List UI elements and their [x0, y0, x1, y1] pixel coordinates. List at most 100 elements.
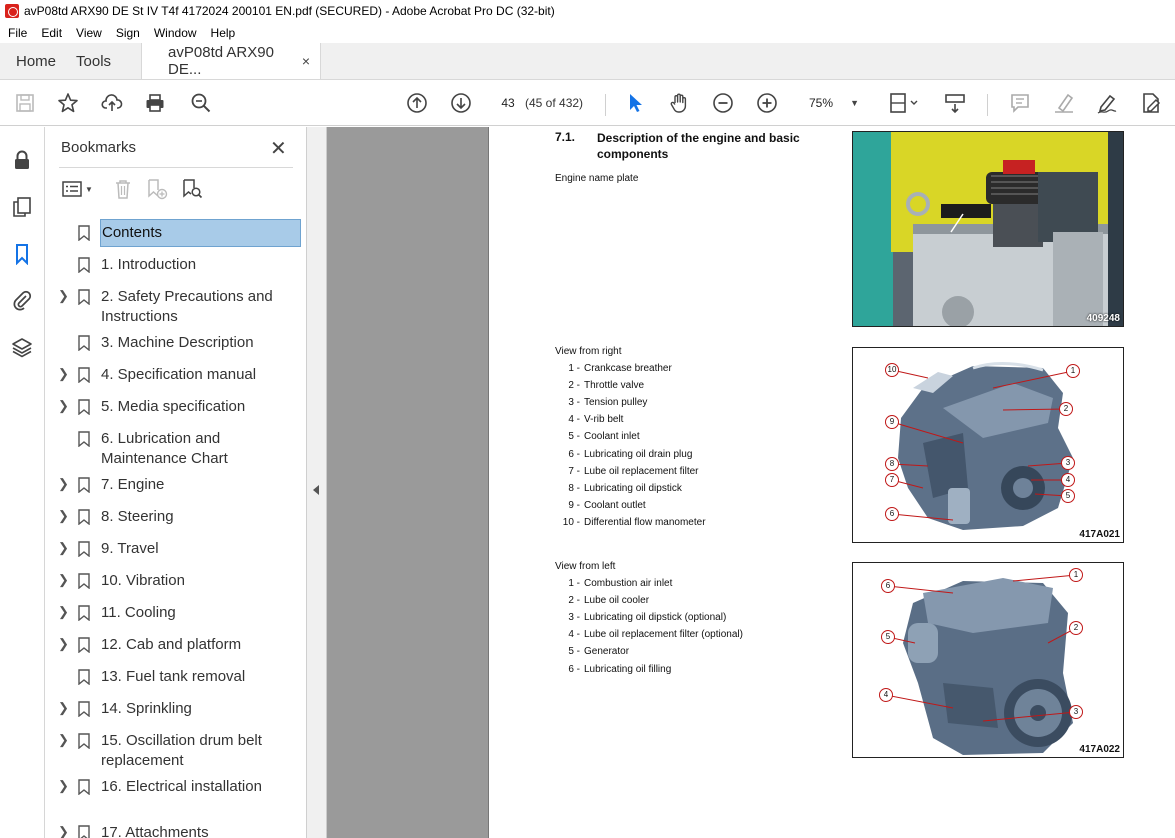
- menu-window[interactable]: Window: [147, 26, 204, 40]
- chevron-right-icon[interactable]: ❯: [58, 732, 69, 748]
- chevron-down-icon: ▼: [85, 184, 93, 194]
- legend-text: Lube oil cooler: [584, 595, 650, 607]
- legend-text: Lubricating oil filling: [584, 663, 672, 675]
- legend-text: Differential flow manometer: [584, 516, 706, 528]
- engine-photo-image: [853, 132, 1123, 326]
- legend-text: Lubricating oil dipstick: [584, 482, 682, 494]
- callout-number: 2: [1059, 402, 1073, 416]
- figure-code: 417A021: [1079, 529, 1120, 540]
- chevron-right-icon[interactable]: ❯: [58, 540, 69, 556]
- upload-icon[interactable]: [100, 91, 124, 115]
- print-icon[interactable]: [143, 91, 167, 115]
- fill-sign-icon[interactable]: [1139, 91, 1163, 115]
- new-bookmark-icon[interactable]: [146, 177, 168, 201]
- bookmark-flag-icon: [78, 367, 90, 383]
- chevron-right-icon[interactable]: ❯: [58, 824, 69, 838]
- panel-collapse-strip[interactable]: [307, 127, 327, 838]
- menu-edit[interactable]: Edit: [34, 26, 69, 40]
- callout-leader-line: [1012, 574, 1077, 582]
- lock-icon[interactable]: [10, 148, 34, 172]
- page-number-input[interactable]: 43: [493, 91, 523, 115]
- comment-icon[interactable]: [1008, 91, 1032, 115]
- arrow-up-circle-icon[interactable]: [405, 91, 429, 115]
- bookmark-flag-icon: [78, 335, 90, 351]
- acrobat-logo-icon: [5, 4, 19, 18]
- tab-close-icon[interactable]: ×: [302, 53, 310, 69]
- bookmark-label: 5. Media specification: [101, 398, 246, 415]
- bookmark-label: 14. Sprinkling: [101, 700, 192, 717]
- attachment-icon[interactable]: [10, 288, 34, 312]
- bookmark-label: 9. Travel: [101, 540, 159, 557]
- chevron-right-icon[interactable]: ❯: [58, 778, 69, 794]
- bookmark-label: 11. Cooling: [101, 604, 176, 621]
- delete-bookmark-icon[interactable]: [112, 177, 134, 201]
- tab-tools[interactable]: Tools: [72, 43, 127, 79]
- scroll-mode-icon[interactable]: [943, 91, 967, 115]
- tab-document[interactable]: avP08td ARX90 DE... ×: [141, 43, 322, 79]
- legend-number: 4 -: [568, 629, 580, 641]
- bookmark-options-button[interactable]: ▼: [61, 177, 93, 201]
- toolbar-separator: [605, 94, 606, 116]
- bookmark-flag-icon: [78, 733, 90, 749]
- chevron-right-icon[interactable]: ❯: [58, 572, 69, 588]
- save-icon[interactable]: [13, 91, 37, 115]
- legend-item: 2 - Lube oil cooler: [555, 595, 649, 606]
- zoom-select[interactable]: 75% ▼: [803, 91, 863, 115]
- document-area[interactable]: 7.1. Description of the engine and basic…: [327, 127, 1175, 838]
- chevron-right-icon[interactable]: ❯: [58, 508, 69, 524]
- callout-number: 6: [881, 579, 895, 593]
- chevron-right-icon[interactable]: ❯: [58, 700, 69, 716]
- legend-text: Lube oil replacement filter (optional): [584, 629, 743, 641]
- legend-text: Coolant inlet: [584, 431, 640, 443]
- layers-icon[interactable]: [10, 335, 34, 359]
- menu-view[interactable]: View: [69, 26, 109, 40]
- engine-right-view-figure: 417A021 1 2 3 4 5 6 7 8 9 10: [852, 347, 1124, 543]
- menu-help[interactable]: Help: [204, 26, 243, 40]
- legend-item: 4 - V-rib belt: [555, 414, 623, 425]
- tab-home[interactable]: Home: [0, 43, 72, 79]
- legend-text: Lubricating oil dipstick (optional): [584, 612, 727, 624]
- engine-name-plate-photo: 409248: [852, 131, 1124, 327]
- chevron-right-icon[interactable]: ❯: [58, 366, 69, 382]
- pages-icon[interactable]: [10, 195, 34, 219]
- legend-item: 5 - Coolant inlet: [555, 431, 640, 443]
- legend-text: Lubricating oil drain plug: [584, 448, 693, 460]
- legend-number: 8 -: [568, 482, 580, 494]
- page-fit-icon[interactable]: [886, 91, 922, 115]
- bookmark-flag-icon: [78, 257, 90, 273]
- chevron-right-icon[interactable]: ❯: [58, 636, 69, 652]
- chevron-right-icon[interactable]: ❯: [58, 288, 69, 304]
- chevron-right-icon[interactable]: ❯: [58, 398, 69, 414]
- bookmarks-header: Bookmarks: [61, 139, 137, 156]
- legend-item: 6 - Lubricating oil filling: [555, 664, 671, 675]
- legend-number: 1 -: [568, 578, 580, 589]
- legend-item: 6 - Lubricating oil drain plug: [555, 449, 692, 460]
- plus-circle-icon[interactable]: [755, 91, 779, 115]
- callout-number: 10: [885, 363, 899, 377]
- search-zoom-icon[interactable]: [189, 91, 213, 115]
- highlight-pen-icon[interactable]: [1052, 91, 1076, 115]
- collapse-arrow-icon[interactable]: [313, 485, 319, 495]
- find-bookmark-icon[interactable]: [181, 177, 203, 201]
- sign-pen-icon[interactable]: [1095, 91, 1119, 115]
- minus-circle-icon[interactable]: [711, 91, 735, 115]
- callout-number: 6: [885, 507, 899, 521]
- menu-sign[interactable]: Sign: [109, 26, 147, 40]
- cursor-arrow-icon[interactable]: [623, 91, 647, 115]
- bookmark-label: 1. Introduction: [101, 256, 197, 273]
- right-view-label: View from right: [555, 346, 622, 357]
- figure-code: 417A022: [1079, 744, 1120, 755]
- chevron-right-icon[interactable]: ❯: [58, 604, 69, 620]
- legend-number: 5 -: [568, 431, 580, 443]
- bookmark-icon[interactable]: [10, 242, 34, 266]
- hand-icon[interactable]: [667, 91, 691, 115]
- menu-file[interactable]: File: [0, 26, 34, 40]
- close-icon[interactable]: ✕: [270, 136, 287, 161]
- arrow-down-circle-icon[interactable]: [449, 91, 473, 115]
- bookmark-flag-icon: [78, 225, 90, 241]
- legend-item: 1 - Combustion air inlet: [555, 578, 672, 589]
- section-number: 7.1.: [555, 130, 576, 144]
- chevron-right-icon[interactable]: ❯: [58, 476, 69, 492]
- legend-number: 6 -: [568, 663, 580, 675]
- star-icon[interactable]: [56, 91, 80, 115]
